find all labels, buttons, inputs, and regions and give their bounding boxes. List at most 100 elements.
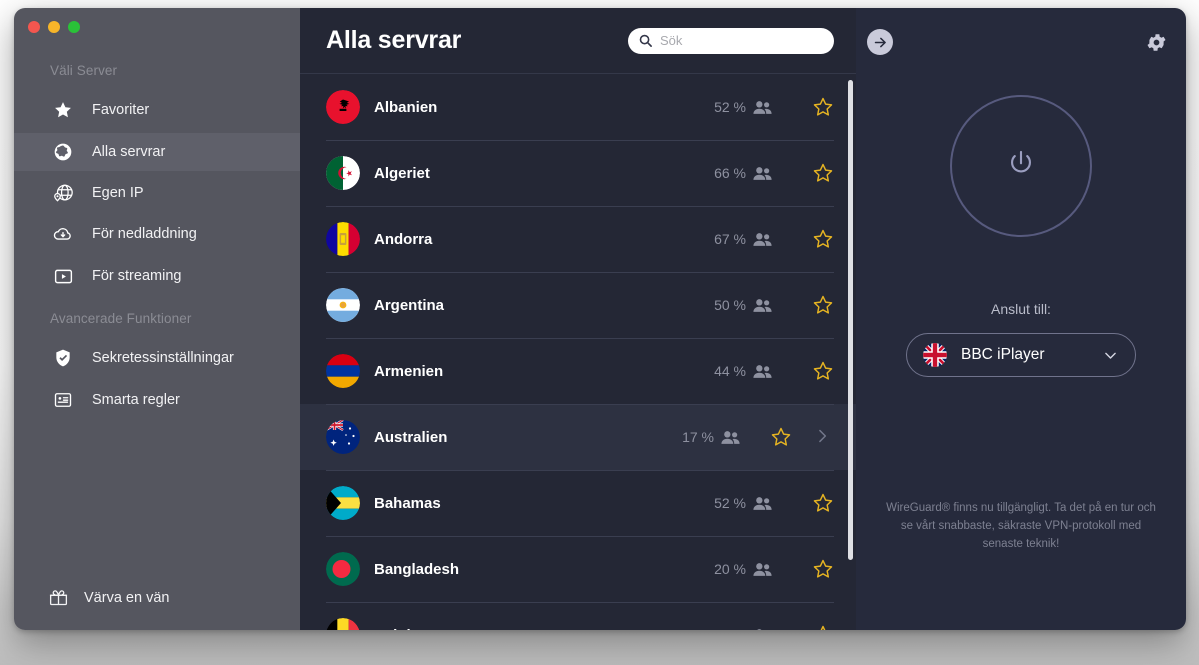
sidebar-section-advanced: Avancerade Funktioner bbox=[50, 311, 192, 326]
table-row[interactable]: Armenien 44 % bbox=[300, 338, 856, 404]
search-box[interactable] bbox=[628, 27, 834, 54]
server-load: 67 % bbox=[714, 231, 772, 247]
chevron-down-icon[interactable] bbox=[1102, 347, 1119, 364]
people-icon bbox=[753, 100, 772, 115]
sidebar-item-sekretessinstallningar[interactable]: Sekretessinställningar bbox=[14, 339, 300, 377]
window-traffic-lights bbox=[28, 21, 80, 33]
search-icon bbox=[638, 33, 653, 48]
people-icon bbox=[753, 232, 772, 247]
flag-belgium-icon bbox=[326, 618, 360, 630]
selected-server-label: BBC iPlayer bbox=[961, 346, 1045, 363]
list-scrollbar[interactable] bbox=[848, 80, 853, 560]
desktop-background: Väli Server Favoriter Alla servrar Egen … bbox=[0, 0, 1199, 665]
server-rows[interactable]: Albanien 52 % Algeriet 66 % Andorra 67 %… bbox=[300, 74, 856, 630]
flag-andorra-icon bbox=[326, 222, 360, 256]
server-load: 25 % bbox=[714, 627, 772, 630]
shield-check-icon bbox=[50, 346, 76, 370]
flag-algeria-icon bbox=[326, 156, 360, 190]
refer-a-friend-label: Värva en vän bbox=[84, 589, 170, 606]
vpn-app-window: Väli Server Favoriter Alla servrar Egen … bbox=[14, 8, 1186, 630]
table-row[interactable]: Bahamas 52 % bbox=[300, 470, 856, 536]
refer-a-friend-button[interactable]: Värva en vän bbox=[48, 587, 169, 608]
favorite-star-icon[interactable] bbox=[812, 228, 834, 250]
page-title: Alla servrar bbox=[326, 26, 462, 54]
server-load: 17 % bbox=[682, 429, 740, 445]
favorite-star-icon[interactable] bbox=[812, 162, 834, 184]
server-select-dropdown[interactable]: BBC iPlayer bbox=[906, 333, 1136, 377]
sidebar-item-favoriter[interactable]: Favoriter bbox=[14, 91, 300, 129]
flag-argentina-icon bbox=[326, 288, 360, 322]
globe-pin-icon bbox=[50, 181, 76, 205]
server-load: 20 % bbox=[714, 561, 772, 577]
country-name: Bahamas bbox=[374, 494, 441, 512]
flag-bangladesh-icon bbox=[326, 552, 360, 586]
table-row[interactable]: Andorra 67 % bbox=[300, 206, 856, 272]
country-name: Argentina bbox=[374, 296, 445, 314]
close-button[interactable] bbox=[28, 21, 40, 33]
sidebar-item-label: Favoriter bbox=[92, 102, 150, 118]
table-row[interactable]: Algeriet 66 % bbox=[300, 140, 856, 206]
wireguard-promo-note: WireGuard® finns nu tillgängligt. Ta det… bbox=[886, 502, 1156, 550]
sidebar-item-smarta-regler[interactable]: Smarta regler bbox=[14, 381, 300, 419]
search-input[interactable] bbox=[660, 33, 824, 48]
flag-armenia-icon bbox=[326, 354, 360, 388]
table-row[interactable]: Belgien 25 % bbox=[300, 602, 856, 630]
people-icon bbox=[753, 562, 772, 577]
table-row[interactable]: Australien 17 % bbox=[300, 404, 856, 470]
gear-icon[interactable] bbox=[1144, 30, 1168, 54]
play-screen-icon bbox=[50, 264, 76, 288]
sidebar-item-egen-ip[interactable]: Egen IP bbox=[14, 174, 300, 212]
sidebar-item-alla-servrar[interactable]: Alla servrar bbox=[14, 133, 300, 171]
favorite-star-icon[interactable] bbox=[812, 360, 834, 382]
country-name: Armenien bbox=[374, 362, 444, 380]
sidebar-item-label: För nedladdning bbox=[92, 226, 197, 242]
connect-to-label: Anslut till: bbox=[991, 301, 1051, 317]
favorite-star-icon[interactable] bbox=[812, 624, 834, 630]
table-row[interactable]: Argentina 50 % bbox=[300, 272, 856, 338]
favorite-star-icon[interactable] bbox=[812, 558, 834, 580]
server-load: 44 % bbox=[714, 363, 772, 379]
gift-icon bbox=[48, 587, 72, 608]
server-list-header: Alla servrar bbox=[300, 8, 856, 74]
favorite-star-icon[interactable] bbox=[770, 426, 792, 448]
flag-australia-icon bbox=[326, 420, 360, 454]
server-load: 50 % bbox=[714, 297, 772, 313]
sidebar-item-for-streaming[interactable]: För streaming bbox=[14, 257, 300, 295]
sidebar-item-for-nedladdning[interactable]: För nedladdning bbox=[14, 215, 300, 253]
table-row[interactable]: Albanien 52 % bbox=[300, 74, 856, 140]
country-name: Algeriet bbox=[374, 164, 430, 182]
power-toggle-button[interactable] bbox=[950, 95, 1092, 237]
country-name: Australien bbox=[374, 428, 448, 446]
rules-card-icon bbox=[50, 388, 76, 412]
favorite-star-icon[interactable] bbox=[812, 96, 834, 118]
favorite-star-icon[interactable] bbox=[812, 492, 834, 514]
sidebar-item-label: Alla servrar bbox=[92, 144, 166, 160]
chevron-right-icon[interactable] bbox=[812, 426, 834, 448]
sidebar-item-label: För streaming bbox=[92, 268, 182, 284]
sidebar-section-server: Väli Server bbox=[50, 63, 118, 78]
arrow-right-circle-icon[interactable] bbox=[867, 29, 893, 55]
cloud-download-icon bbox=[50, 222, 76, 246]
people-icon bbox=[753, 298, 772, 313]
people-icon bbox=[721, 430, 740, 445]
country-name: Andorra bbox=[374, 230, 433, 248]
flag-bahamas-icon bbox=[326, 486, 360, 520]
flag-united-kingdom-icon bbox=[923, 343, 947, 367]
sidebar-item-label: Smarta regler bbox=[92, 392, 180, 408]
favorite-star-icon[interactable] bbox=[812, 294, 834, 316]
power-icon bbox=[1004, 147, 1038, 186]
connection-pane: Anslut till: BBC iPlayer WireGuard® finn… bbox=[856, 8, 1186, 630]
country-name: Belgien bbox=[374, 627, 428, 631]
people-icon bbox=[753, 496, 772, 511]
table-row[interactable]: Bangladesh 20 % bbox=[300, 536, 856, 602]
sidebar-item-label: Sekretessinställningar bbox=[92, 350, 234, 366]
country-name: Albanien bbox=[374, 98, 438, 116]
sidebar: Väli Server Favoriter Alla servrar Egen … bbox=[14, 8, 300, 630]
server-load: 66 % bbox=[714, 165, 772, 181]
people-icon bbox=[753, 628, 772, 630]
sidebar-item-label: Egen IP bbox=[92, 185, 144, 201]
server-load: 52 % bbox=[714, 99, 772, 115]
minimize-button[interactable] bbox=[48, 21, 60, 33]
star-icon bbox=[50, 98, 76, 122]
maximize-button[interactable] bbox=[68, 21, 80, 33]
